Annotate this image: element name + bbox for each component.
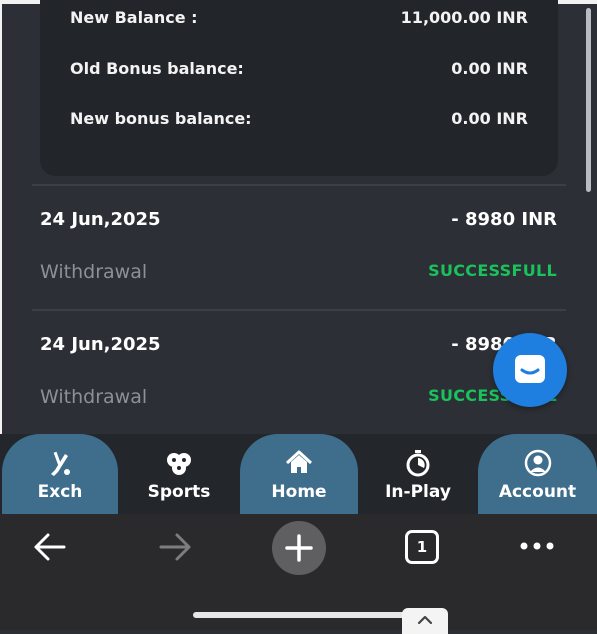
page-scrollbar[interactable] [586,8,591,192]
nav-label: Sports [147,482,211,502]
nav-tab-sports[interactable]: Sports [122,434,236,514]
new-tab-plus-icon[interactable] [271,520,327,576]
chevron-up-icon [417,615,433,625]
expand-toolbar-button[interactable] [402,608,448,634]
chat-icon [515,355,545,383]
transaction-status: SUCCESSFULL [428,261,557,280]
nav-tab-account[interactable]: Account [478,434,597,514]
old-bonus-balance-label: Old Bonus balance: [70,59,244,78]
forward-arrow-icon[interactable] [155,530,195,564]
sports-balls-icon [167,453,191,475]
new-bonus-balance-row: New bonus balance: 0.00 INR [70,109,528,133]
tabs-count-button[interactable]: 1 [405,530,439,564]
new-balance-row: New Balance : 11,000.00 INR [70,8,528,32]
old-bonus-balance-row: Old Bonus balance: 0.00 INR [70,59,528,83]
transaction-type: Withdrawal [40,261,148,283]
tabs-count: 1 [416,538,428,556]
new-bonus-balance-label: New bonus balance: [70,109,252,128]
new-bonus-balance-value: 0.00 INR [451,109,528,128]
nav-tab-exch[interactable]: Exch [2,434,118,514]
stopwatch-icon [406,450,430,477]
more-options-icon[interactable] [518,538,558,554]
bottom-navigation: Exch Sports Home In-Play Account [0,434,597,514]
divider [32,309,566,311]
old-bonus-balance-value: 0.00 INR [451,59,528,78]
cricket-bat-icon [51,451,70,476]
home-icon [285,450,313,473]
nav-label: Exch [37,482,83,502]
nav-tab-in-play[interactable]: In-Play [360,434,476,514]
nav-label: In-Play [385,482,451,502]
account-icon [524,449,551,477]
nav-label: Account [498,482,577,502]
home-indicator-bar[interactable] [193,612,405,618]
transaction-date: 24 Jun,2025 [40,209,161,230]
transaction-amount: - 8980 INR [451,209,557,230]
divider [32,184,566,186]
new-balance-label: New Balance : [70,8,198,27]
nav-tab-home[interactable]: Home [240,434,358,514]
transaction-date: 24 Jun,2025 [40,334,161,355]
chat-support-button[interactable] [493,333,567,407]
nav-label: Home [271,482,327,502]
new-balance-value: 11,000.00 INR [400,8,528,27]
back-arrow-icon[interactable] [30,530,70,564]
transaction-type: Withdrawal [40,386,148,408]
